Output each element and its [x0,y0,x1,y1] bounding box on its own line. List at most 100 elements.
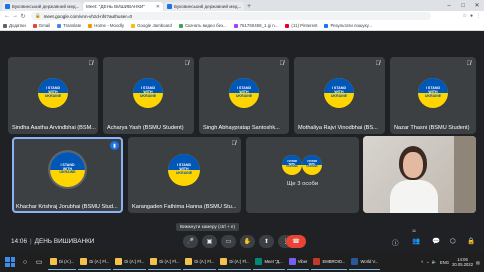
self-video[interactable] [363,136,476,213]
meeting-time: 14:06 [11,238,27,245]
end-call-icon: ☎ [292,239,300,245]
participant-tile[interactable]: 🎙̸ I STAND WITH UKRAINE Singh Abhaypratap … [199,57,289,134]
participant-tile[interactable]: 🎙̸ I STAND WITH UKRAINE Sindha Aastha Arvi… [8,57,98,134]
ukraine-avatar: I STAND WITH UKRAINE [229,78,259,108]
forward-icon[interactable]: → [11,13,19,19]
ukraine-avatar: I STAND WITH UKRAINE [50,152,85,187]
bookmark-icon [233,23,238,28]
bookmark-icon [88,23,93,28]
taskbar-app[interactable]: Di (A:) Fl... [113,254,147,270]
participant-tile[interactable]: 🎙̸ I STAND WITH UKRAINE Nazar Thasni (BSMU… [390,57,476,134]
microphone-button[interactable]: 🎤 [183,235,198,248]
mic-off-icon: 🎙̸ [279,61,285,67]
bookmark-label: Результати пошуку... [330,23,373,28]
notifications-icon[interactable]: ▤ [476,260,480,265]
participant-count: 11 [412,229,416,233]
close-tab-icon[interactable]: ✕ [154,4,160,10]
present-button[interactable]: ⬆ [259,235,274,248]
microphone-icon: 🎤 [186,239,195,245]
info-icon[interactable]: ⓘ [392,237,399,247]
taskbar-app[interactable]: Di (A:) Fl... [148,254,182,270]
taskbar-app[interactable]: Di (A:)... [48,254,77,270]
camera-button[interactable]: ▣ [202,235,217,248]
tab-title: Буковинський державний мед... [12,4,80,9]
task-view-icon[interactable]: ▭ [34,258,44,266]
more-participants-tile[interactable]: I STAND WITH UKRAINE I STAND WITH UKRAINE Ще… [246,137,359,213]
avatar-line: UKRAINE [306,165,318,169]
bookmark-item[interactable]: 761760458_1 gi n... [233,23,278,28]
taskbar-app[interactable]: Di (A:) Fl... [183,254,217,270]
camera-tooltip: Вимкнути камеру (ctrl + e) [176,223,240,231]
bookmark-item[interactable]: Translate [57,23,81,28]
ukraine-avatar: I STAND WITH UKRAINE [302,155,322,175]
taskbar-app[interactable]: EMBROID... [311,254,348,270]
participant-tile[interactable]: 🎙̸ I STAND WITH UKRAINE Mothaliya Rajvi Vi… [294,57,385,134]
activities-icon[interactable]: ⬡ [450,237,456,245]
taskbar-app[interactable]: Di (A:) Fl... [78,254,112,270]
close-window-icon[interactable]: ✕ [470,0,484,11]
network-icon[interactable]: ◔ [426,260,429,265]
volume-icon[interactable]: 🔈 [432,259,437,265]
start-button[interactable] [5,257,15,267]
mic-off-icon: 🎙̸ [88,61,94,67]
close-tab-icon[interactable]: ✕ [79,4,82,10]
avatar-line: UKRAINE [59,170,76,175]
taskbar-app[interactable]: Di (A:) Fl... [218,254,252,270]
app-icon [288,258,296,265]
participant-tile[interactable]: 🎙̸ I STAND WITH UKRAINE Acharya Yash (BSMU… [103,57,194,134]
browser-tab[interactable]: Буковинський державний мед... ✕ [164,2,244,11]
ukraine-avatar: I STAND WITH UKRAINE [133,78,163,108]
bookmark-item[interactable]: (11) Pinterest [285,23,317,28]
bsmu-icon [5,4,10,9]
bookmark-label: Скачать видео без... [184,23,227,28]
taskbar-app[interactable]: World V... [349,254,381,270]
taskbar-app[interactable]: Meet "Д... [253,254,285,270]
clock-date: 20.05.2022 [452,262,474,267]
avatar-line: UKRAINE [44,93,62,98]
bookmark-item[interactable]: Додатки [3,23,26,28]
avatar-line: UKRAINE [330,93,348,98]
ukraine-avatar: I STAND WITH UKRAINE [38,78,68,108]
speaking-indicator-icon: ▮ [110,141,119,150]
bookmark-item[interactable]: Home - Moodly [88,23,124,28]
meet-stage: 🎙̸ I STAND WITH UKRAINE Sindha Aastha Arvi… [0,31,484,272]
taskbar-app[interactable]: Viber [286,254,310,270]
back-icon[interactable]: ← [3,13,11,19]
end-call-button[interactable]: ☎ [286,235,306,248]
taskbar-clock[interactable]: 14:06 20.05.2022 [452,257,473,267]
reload-icon[interactable]: ↻ [19,13,27,20]
language-indicator[interactable]: ENG [440,260,449,265]
host-controls-icon[interactable]: 🔒 [467,237,475,245]
bookmark-item[interactable]: Результати пошуку... [324,23,372,28]
taskbar-app-label: Di (A:) Fl... [124,259,145,264]
url-field[interactable]: 🔒 meet.google.com/vnn-vhzd-nfs?authuser=… [31,12,431,20]
bookmark-item[interactable]: Google Jamboard [131,23,172,28]
menu-icon[interactable]: ⋮ [476,13,481,19]
star-icon[interactable]: ☆ [462,13,466,19]
chat-icon[interactable]: 💬 [432,237,440,245]
taskbar-app-label: Di (A:) Fl... [229,259,250,264]
maximize-icon[interactable]: □ [456,0,470,11]
close-tab-icon[interactable]: ✕ [241,4,244,10]
bookmark-item[interactable]: Скачать видео без... [178,23,227,28]
browser-tab-active[interactable]: Meet: "ДЕНЬ ВИШИВАНКИ" ✕ [0,2,163,36]
search-icon[interactable]: ○ [20,259,30,266]
participant-tile[interactable]: 🎙̸ I STAND WITH UKRAINE Karangaden Fathima… [128,137,241,213]
raise-hand-button[interactable]: ✋ [240,235,255,248]
bookmark-label: Gmail [38,23,51,28]
system-tray: ^ ◔ 🔈 ENG 14:06 20.05.2022 ▤ [421,257,484,267]
browser-tab[interactable]: Буковинський державний мед... ✕ [2,2,82,11]
captions-button[interactable]: ▭ [221,235,236,248]
ukraine-avatar: I STAND WITH UKRAINE [168,154,200,186]
participant-tile-speaking[interactable]: ▮ I STAND WITH UKRAINE Khachar Krishraj Jo… [12,137,123,213]
minimize-icon[interactable]: – [442,0,456,11]
address-bar: ← → ↻ 🔒 meet.google.com/vnn-vhzd-nfs?aut… [0,11,484,21]
bookmark-item[interactable]: Gmail [32,23,51,28]
people-icon[interactable]: 👥 [412,237,420,245]
app-icon [220,258,228,265]
screen: Буковинський державний мед... ✕ Meet: "Д… [0,0,484,272]
profile-icon[interactable]: ● [470,13,473,19]
bookmark-icon [324,23,329,28]
new-tab-button[interactable]: + [247,2,251,11]
chevron-up-icon[interactable]: ^ [421,260,423,265]
